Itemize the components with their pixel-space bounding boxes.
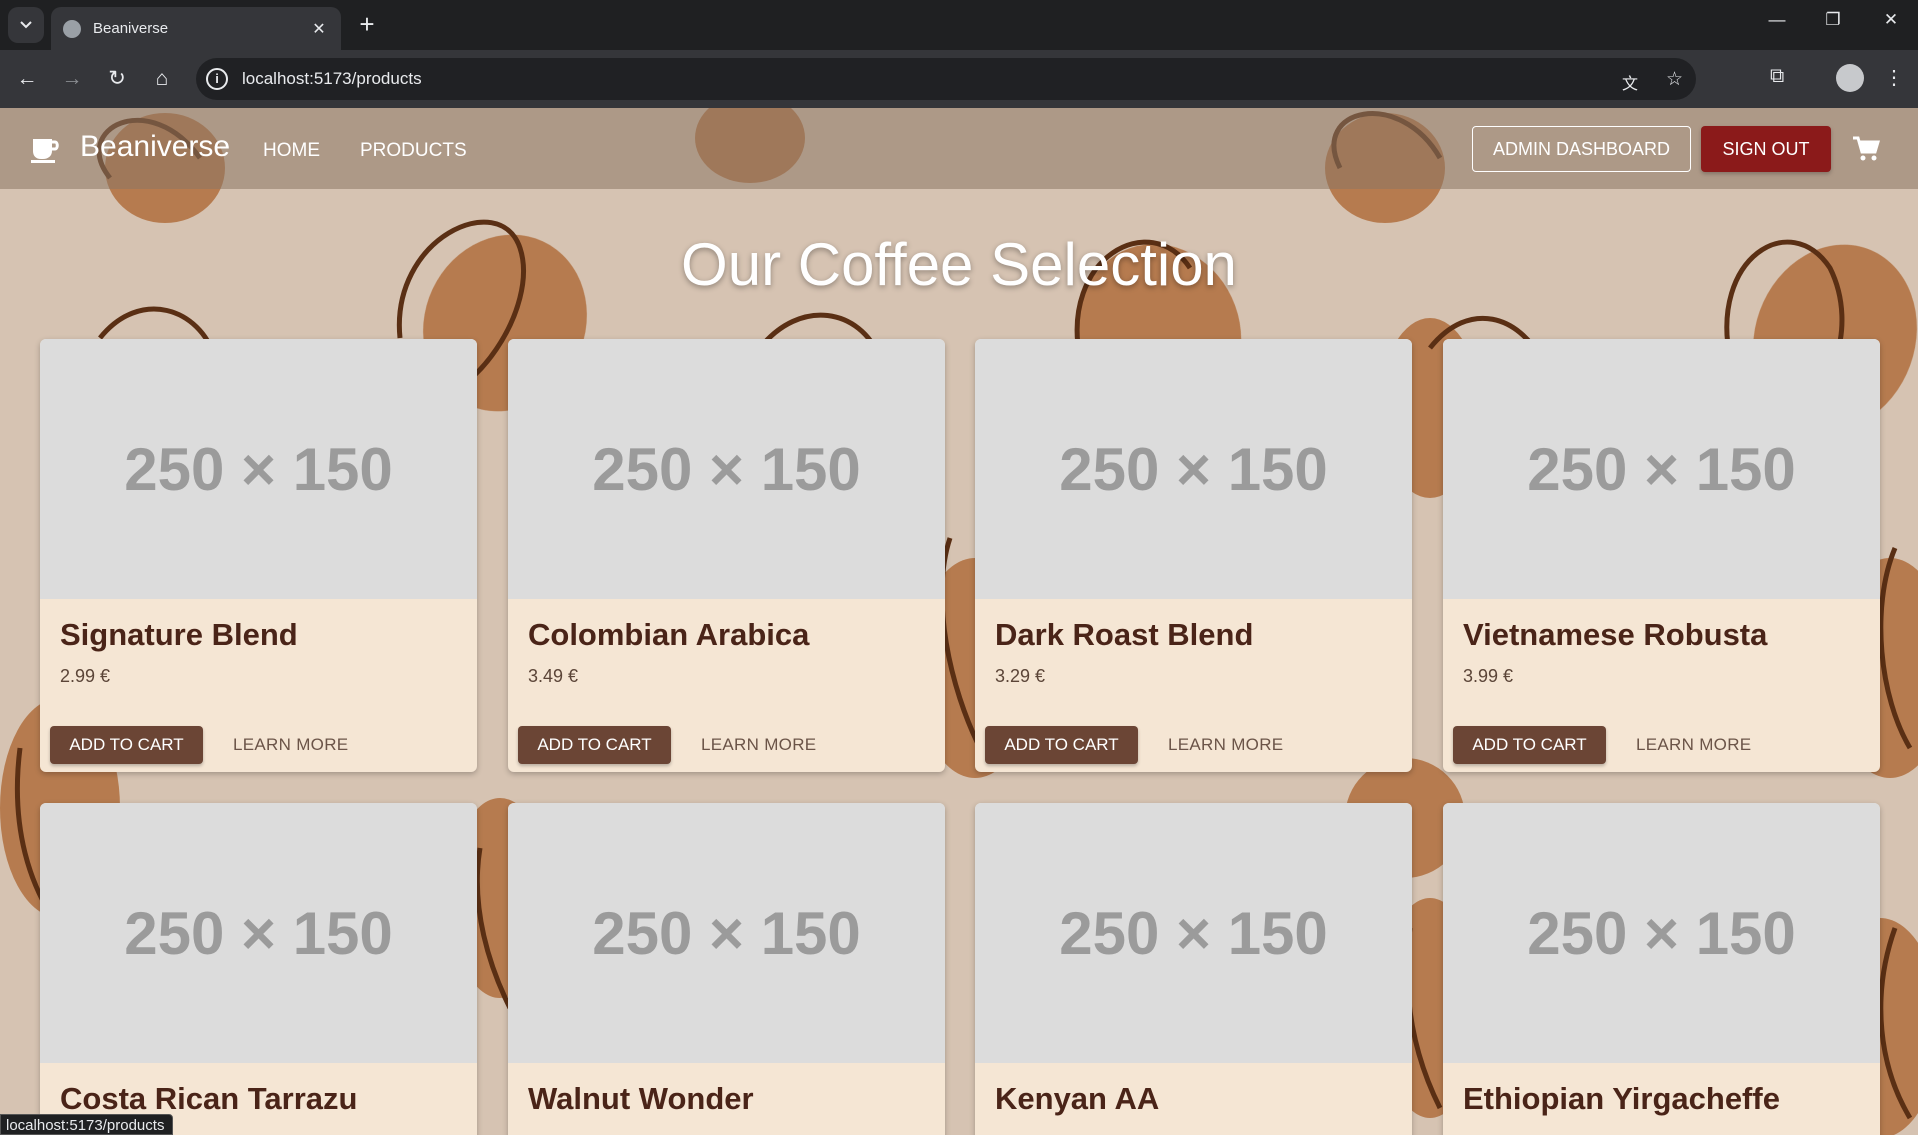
learn-more-button[interactable]: LEARN MORE (1636, 726, 1751, 764)
product-card: 250 × 150 Signature Blend 2.99 € ADD TO … (40, 339, 477, 772)
product-price: 2.99 € (60, 666, 111, 686)
menu-icon[interactable]: ⋮ (1884, 65, 1904, 90)
product-name: Vietnamese Robusta (1463, 617, 1768, 652)
learn-more-button[interactable]: LEARN MORE (233, 726, 348, 764)
product-price: 3.99 € (1463, 666, 1514, 686)
admin-dashboard-button[interactable]: ADMIN DASHBOARD (1472, 126, 1691, 172)
tab-title: Beaniverse (93, 20, 169, 37)
product-image: 250 × 150 (40, 339, 477, 599)
nav-home[interactable]: HOME (263, 140, 320, 162)
minimize-icon[interactable]: — (1762, 10, 1792, 30)
page-viewport: Beaniverse HOME PRODUCTS ADMIN DASHBOARD… (0, 108, 1918, 1135)
page-title: Our Coffee Selection (681, 231, 1237, 298)
brand-name[interactable]: Beaniverse (80, 130, 230, 164)
product-name: Walnut Wonder (528, 1081, 754, 1116)
browser-tab-strip: Beaniverse ✕ + — ❐ ✕ (0, 0, 1918, 50)
product-card: 250 × 150 Costa Rican Tarrazu (40, 803, 477, 1135)
close-window-icon[interactable]: ✕ (1876, 10, 1906, 30)
add-to-cart-button[interactable]: ADD TO CART (50, 726, 203, 764)
product-image: 250 × 150 (975, 803, 1412, 1063)
reload-icon[interactable]: ↻ (102, 64, 132, 94)
learn-more-button[interactable]: LEARN MORE (1168, 726, 1283, 764)
product-image: 250 × 150 (1443, 339, 1880, 599)
product-name: Colombian Arabica (528, 617, 810, 652)
home-icon[interactable]: ⌂ (147, 64, 177, 94)
star-icon[interactable]: ☆ (1666, 68, 1683, 91)
product-name: Kenyan AA (995, 1081, 1160, 1116)
tab-search-icon[interactable] (8, 7, 44, 43)
profile-avatar[interactable] (1836, 64, 1864, 92)
product-name: Ethiopian Yirgacheffe (1463, 1081, 1780, 1116)
back-icon[interactable]: ← (12, 64, 42, 94)
coffee-cup-icon (31, 139, 59, 163)
learn-more-button[interactable]: LEARN MORE (701, 726, 816, 764)
product-card: 250 × 150 Colombian Arabica 3.49 € ADD T… (508, 339, 945, 772)
info-icon[interactable]: i (206, 68, 228, 90)
product-name: Signature Blend (60, 617, 298, 652)
cart-icon[interactable] (1852, 136, 1880, 162)
nav-products[interactable]: PRODUCTS (360, 140, 467, 162)
product-name: Dark Roast Blend (995, 617, 1254, 652)
close-icon[interactable]: ✕ (309, 19, 329, 39)
translate-icon[interactable]: 文 (1622, 70, 1638, 94)
address-bar[interactable]: i localhost:5173/products ☆ 文 (196, 58, 1696, 100)
address-url[interactable]: localhost:5173/products (242, 69, 422, 89)
extensions-icon[interactable]: ⧉ (1770, 65, 1784, 88)
sign-out-button[interactable]: SIGN OUT (1701, 126, 1831, 172)
restore-icon[interactable]: ❐ (1818, 10, 1848, 30)
product-image: 250 × 150 (508, 803, 945, 1063)
status-bar-url: localhost:5173/products (0, 1114, 174, 1135)
product-card: 250 × 150 Ethiopian Yirgacheffe (1443, 803, 1880, 1135)
product-price: 3.29 € (995, 666, 1046, 686)
product-card: 250 × 150 Vietnamese Robusta 3.99 € ADD … (1443, 339, 1880, 772)
add-to-cart-button[interactable]: ADD TO CART (985, 726, 1138, 764)
product-image: 250 × 150 (508, 339, 945, 599)
app-header: Beaniverse HOME PRODUCTS ADMIN DASHBOARD… (0, 108, 1918, 189)
browser-tab[interactable]: Beaniverse ✕ (51, 7, 341, 50)
product-card: 250 × 150 Walnut Wonder (508, 803, 945, 1135)
product-price: 3.49 € (528, 666, 579, 686)
product-card: 250 × 150 Kenyan AA (975, 803, 1412, 1135)
add-to-cart-button[interactable]: ADD TO CART (1453, 726, 1606, 764)
product-name: Costa Rican Tarrazu (60, 1081, 358, 1116)
forward-icon[interactable]: → (57, 64, 87, 94)
globe-icon (63, 19, 81, 38)
browser-toolbar: ← → ↻ ⌂ i localhost:5173/products ☆ 文 ⧉ … (0, 50, 1918, 108)
product-image: 250 × 150 (1443, 803, 1880, 1063)
product-card: 250 × 150 Dark Roast Blend 3.29 € ADD TO… (975, 339, 1412, 772)
add-to-cart-button[interactable]: ADD TO CART (518, 726, 671, 764)
plus-icon[interactable]: + (352, 9, 382, 39)
product-image: 250 × 150 (40, 803, 477, 1063)
product-image: 250 × 150 (975, 339, 1412, 599)
